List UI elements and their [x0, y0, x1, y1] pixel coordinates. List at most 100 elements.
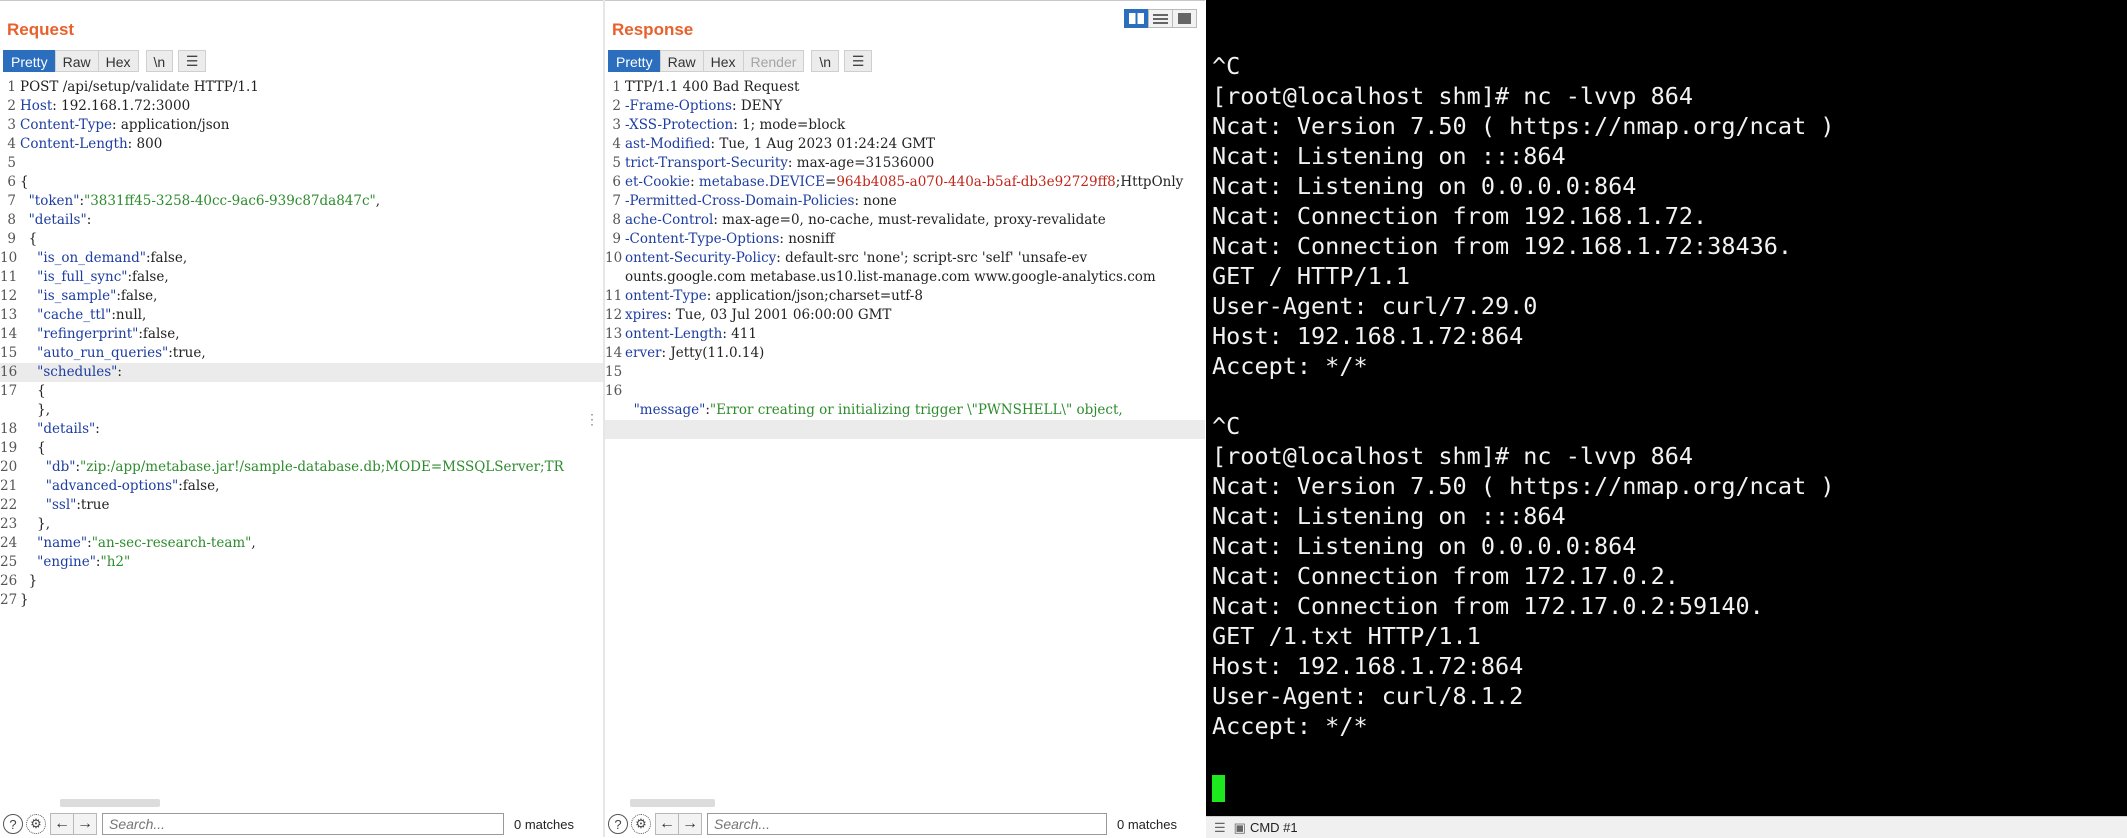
line-number: 11 — [605, 288, 623, 304]
response-tab-render[interactable]: Render — [742, 50, 805, 72]
response-horizontal-scrollbar[interactable] — [630, 799, 715, 807]
line-number: 21 — [0, 478, 18, 494]
json-key: "refingerprint" — [37, 326, 139, 342]
line-number: 2 — [612, 98, 621, 114]
response-search-bar: ? ⚙ ← → 0 matches — [605, 810, 1205, 838]
code-line: 5 — [0, 154, 603, 173]
gear-icon[interactable]: ⚙ — [26, 814, 46, 834]
code-text: :false, — [138, 326, 180, 342]
code-text: }, — [20, 516, 51, 532]
request-view-tabs: Pretty Raw Hex \n ☰ — [3, 50, 207, 72]
layout-horizontal-icon[interactable] — [1148, 9, 1173, 28]
terminal-line: GET /1.txt HTTP/1.1 — [1212, 622, 1481, 650]
line-number: 7 — [7, 193, 16, 209]
code-text: : 800 — [127, 136, 163, 152]
code-text: : max-age=0, no-cache, must-revalidate, … — [713, 212, 1106, 228]
request-kebab-icon[interactable]: ⋮ — [585, 411, 599, 428]
code-line — [605, 420, 1205, 439]
response-tab-pretty[interactable]: Pretty — [608, 50, 661, 72]
arrow-left-icon[interactable]: ← — [655, 813, 679, 835]
code-text: = — [825, 174, 837, 190]
line-number: 8 — [612, 212, 621, 228]
code-line: 1 TTP/1.1 400 Bad Request — [605, 78, 1205, 97]
request-match-count: 0 matches — [514, 816, 574, 832]
code-text: : — [95, 421, 100, 437]
code-line: 25 "engine":"h2" — [0, 553, 603, 572]
line-number: 6 — [612, 174, 621, 190]
line-number: 7 — [612, 193, 621, 209]
code-text: : — [86, 212, 92, 228]
code-line: 6{ — [0, 173, 603, 192]
hamburger-menu-icon[interactable]: ☰ — [1214, 820, 1226, 836]
line-number: 12 — [605, 307, 623, 323]
gear-icon[interactable]: ⚙ — [631, 814, 651, 834]
code-line: 17 { — [0, 382, 603, 401]
line-number: 11 — [0, 269, 18, 285]
request-editor[interactable]: 1 POST /api/setup/validate HTTP/1.1 2 Host:… — [0, 78, 603, 810]
request-horizontal-scrollbar[interactable] — [60, 799, 160, 807]
response-tab-hex[interactable]: Hex — [702, 50, 744, 72]
line-number: 22 — [0, 497, 18, 513]
code-line: 14 erver: Jetty(11.0.14) — [605, 344, 1205, 363]
request-tab-pretty[interactable]: Pretty — [3, 50, 56, 72]
code-line: 8 ache-Control: max-age=0, no-cache, must… — [605, 211, 1205, 230]
header-name: ontent-Type — [625, 288, 707, 304]
terminal-line: Ncat: Listening on :::864 — [1212, 142, 1566, 170]
code-text: { — [20, 231, 38, 247]
line-number: 15 — [0, 345, 18, 361]
line-number: 16 — [0, 364, 18, 380]
arrow-right-icon[interactable]: → — [73, 813, 97, 835]
code-line: "message":"Error creating or initializin… — [605, 401, 1205, 420]
response-tab-newline[interactable]: \n — [811, 50, 840, 72]
line-number: 8 — [7, 212, 16, 228]
line-number: 9 — [7, 231, 16, 247]
code-line: 16 — [605, 382, 1205, 401]
terminal-line: Host: 192.168.1.72:864 — [1212, 652, 1524, 680]
response-panel: Response Pretty Raw Hex Render \n ☰ 1 TTP… — [605, 0, 1205, 838]
request-tab-newline[interactable]: \n — [145, 50, 174, 72]
terminal-line: Ncat: Version 7.50 ( https://nmap.org/nc… — [1212, 472, 1835, 500]
help-icon[interactable]: ? — [608, 814, 628, 834]
json-string: "3831ff45-3258-40cc-9ac6-939c87da847c" — [84, 193, 376, 209]
code-text: : 1; mode=block — [733, 117, 846, 133]
terminal-line: ^C — [1212, 52, 1241, 80]
layout-split-icon[interactable] — [1124, 9, 1149, 28]
code-line: 3 Content-Type: application/json — [0, 116, 603, 135]
response-editor[interactable]: 1 TTP/1.1 400 Bad Request 2 -Frame-Options:… — [605, 78, 1205, 810]
code-text: ounts.google.com metabase.us10.list-mana… — [625, 269, 1156, 285]
line-number: 19 — [0, 440, 18, 456]
code-line: 6 et-Cookie: metabase.DEVICE=964b4085-a07… — [605, 173, 1205, 192]
request-hamburger-menu-icon[interactable]: ☰ — [178, 50, 207, 72]
code-line: 19 { — [0, 439, 603, 458]
code-text: :true, — [168, 345, 206, 361]
code-text: : DENY — [732, 98, 783, 114]
terminal-line: GET / HTTP/1.1 — [1212, 262, 1411, 290]
help-icon[interactable]: ? — [3, 814, 23, 834]
response-hamburger-menu-icon[interactable]: ☰ — [844, 50, 873, 72]
code-line: 24 "name":"an-sec-research-team", — [0, 534, 603, 553]
terminal-window[interactable]: ^C [root@localhost shm]# nc -lvvp 864 Ncat… — [1206, 0, 2127, 816]
header-name: ache-Control — [625, 212, 714, 228]
request-tab-raw[interactable]: Raw — [54, 50, 99, 72]
terminal-line: User-Agent: curl/7.29.0 — [1212, 292, 1538, 320]
header-name: ast-Modified — [625, 136, 711, 152]
line-number: 3 — [612, 117, 621, 133]
arrow-left-icon[interactable]: ← — [50, 813, 74, 835]
line-number: 4 — [7, 136, 16, 152]
response-search-input[interactable] — [707, 813, 1107, 835]
code-line: 9 -Content-Type-Options: nosniff — [605, 230, 1205, 249]
request-search-bar: ? ⚙ ← → 0 matches — [0, 810, 603, 838]
terminal-line: Accept: */* — [1212, 712, 1368, 740]
request-tab-hex[interactable]: Hex — [97, 50, 139, 72]
request-search-input[interactable] — [102, 813, 504, 835]
terminal-output: ^C [root@localhost shm]# nc -lvvp 864 Ncat… — [1212, 51, 1835, 741]
layout-single-icon[interactable] — [1172, 9, 1197, 28]
json-key: "auto_run_queries" — [37, 345, 169, 361]
terminal-tab-label[interactable]: CMD #1 — [1250, 820, 1298, 835]
arrow-right-icon[interactable]: → — [678, 813, 702, 835]
code-line: 8 "details": — [0, 211, 603, 230]
response-tab-raw[interactable]: Raw — [659, 50, 704, 72]
